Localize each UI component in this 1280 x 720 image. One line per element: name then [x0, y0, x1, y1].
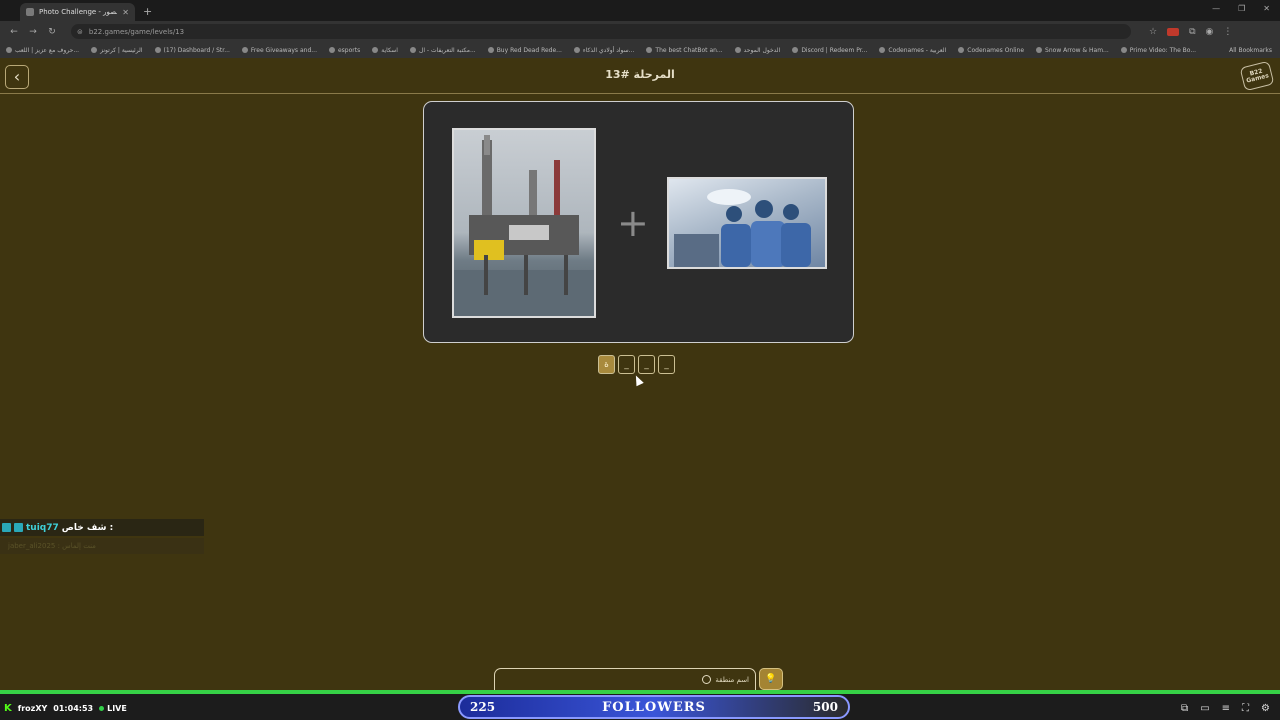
- window-controls: — ❐ ✕: [1212, 4, 1270, 13]
- address-bar[interactable]: ⊜ b22.games/game/levels/13: [71, 24, 1131, 39]
- answer-slot[interactable]: _: [618, 355, 635, 374]
- bookmark-item[interactable]: Prime Video: The Bo...: [1120, 47, 1196, 54]
- bookmark-icon: [372, 47, 379, 53]
- bookmark-icon: [734, 47, 741, 53]
- bookmark-icon: [792, 47, 799, 53]
- browser-tab[interactable]: Photo Challenge - تحدي الصور ✕: [20, 3, 135, 21]
- oil-rig-illustration: [454, 135, 594, 316]
- plus-icon: +: [617, 201, 649, 245]
- bookmark-item[interactable]: سواد أولادي الذكاء...: [573, 47, 634, 54]
- subscriber-badge-icon: [14, 523, 23, 532]
- chat-badge-icon: [2, 523, 11, 532]
- followers-current: 225: [470, 700, 496, 714]
- game-logo: B22 Games: [1239, 60, 1275, 92]
- player-controls: ⧉ ▭ ≡ ⛶ ⚙: [1181, 703, 1270, 714]
- stream-info: K frozXY 01:04:53 LIVE: [4, 703, 127, 714]
- oil-rig-image: [452, 128, 596, 318]
- bookmark-icon: [91, 47, 98, 53]
- answer-slot[interactable]: _: [638, 355, 655, 374]
- tab-favicon-icon: [26, 8, 34, 16]
- followers-label: FOLLOWERS: [602, 699, 706, 715]
- kick-logo-icon: K: [4, 703, 12, 714]
- answer-slot[interactable]: _: [658, 355, 675, 374]
- bookmark-star-icon[interactable]: ☆: [1149, 27, 1157, 37]
- close-window-icon[interactable]: ✕: [1263, 4, 1270, 13]
- profile-icon[interactable]: ◉: [1206, 27, 1214, 37]
- live-indicator: LIVE: [99, 704, 127, 713]
- stream-timer: 01:04:53: [53, 704, 94, 713]
- all-bookmarks-button[interactable]: All Bookmarks: [1223, 42, 1272, 58]
- bookmarks-bar: حروف مع عزيز | اللعب... الرئيسية | كرتون…: [0, 42, 1280, 58]
- streamer-name: frozXY: [17, 704, 48, 713]
- bookmark-item[interactable]: Codenames - العربية: [879, 47, 946, 54]
- bookmark-item[interactable]: الدخول الموحد: [734, 47, 780, 54]
- settings-gear-icon[interactable]: ⚙: [1261, 703, 1270, 714]
- bookmark-icon: [328, 47, 335, 53]
- answer-input[interactable]: اسم منطقة: [494, 668, 756, 690]
- captions-icon[interactable]: ≡: [1222, 703, 1230, 714]
- chat-message: tuiq77 شف خاص :: [0, 519, 204, 536]
- timer-icon: [702, 675, 712, 684]
- game-header: ‹ المرحلة #13 B22 Games: [0, 58, 1280, 94]
- bookmark-item[interactable]: مكتبة التعريفات - ال...: [409, 47, 476, 54]
- mouse-cursor-icon: [632, 373, 644, 387]
- followers-goal-bar: 225 FOLLOWERS 500: [458, 695, 850, 719]
- bookmark-icon: [958, 47, 965, 53]
- bookmark-item[interactable]: حروف مع عزيز | اللعب...: [6, 47, 79, 54]
- bookmark-icon: [6, 47, 12, 53]
- bookmark-icon: [879, 47, 886, 53]
- close-tab-icon[interactable]: ✕: [122, 8, 129, 17]
- toolbar-right: ☆ ⧉ ◉ ⋮: [1149, 27, 1232, 37]
- lightbulb-icon: 💡: [765, 674, 777, 684]
- bookmark-item[interactable]: Discord | Redeem Pr...: [792, 47, 867, 54]
- bookmark-item[interactable]: Snow Arrow & Ham...: [1036, 47, 1109, 54]
- bookmark-icon: [646, 47, 653, 53]
- browser-toolbar: ← → ↻ ⊜ b22.games/game/levels/13 ☆ ⧉ ◉ ⋮: [0, 21, 1280, 42]
- bookmark-icon: [241, 47, 248, 53]
- bookmark-item[interactable]: Buy Red Dead Rede...: [487, 47, 562, 54]
- surgeons-illustration: [674, 189, 811, 267]
- extension-icon[interactable]: [1167, 27, 1180, 36]
- chat-text: شف خاص :: [61, 522, 114, 533]
- bookmark-item[interactable]: (17) Dashboard / Str...: [154, 47, 230, 54]
- bookmark-item[interactable]: الرئيسية | كرتونز: [91, 47, 143, 54]
- tab-title: Photo Challenge - تحدي الصور: [39, 8, 117, 16]
- answer-slots: ة _ _ _: [598, 355, 675, 374]
- fullscreen-icon[interactable]: ⛶: [1242, 703, 1249, 714]
- hint-button[interactable]: 💡: [759, 668, 783, 690]
- site-info-icon[interactable]: ⊜: [77, 28, 83, 36]
- bookmark-icon: [154, 47, 161, 53]
- level-title: المرحلة #13: [605, 68, 675, 81]
- pip-icon[interactable]: ⧉: [1181, 703, 1188, 714]
- chat-message-faded: jaber_ali2025 : منت إلماس: [0, 538, 204, 554]
- bookmark-icon: [573, 47, 580, 53]
- bookmark-item[interactable]: اسكاية: [372, 47, 398, 54]
- puzzle-card: +: [423, 101, 854, 343]
- reload-icon[interactable]: ↻: [47, 27, 57, 37]
- chat-username: tuiq77: [26, 522, 59, 533]
- maximize-icon[interactable]: ❐: [1238, 4, 1245, 13]
- bookmark-item[interactable]: Free Giveaways and...: [241, 47, 317, 54]
- forward-arrow-icon[interactable]: →: [28, 27, 38, 37]
- live-dot-icon: [99, 706, 105, 711]
- bookmark-item[interactable]: Codenames Online: [958, 47, 1024, 54]
- url-text: b22.games/game/levels/13: [88, 27, 185, 36]
- surgeons-image: [667, 177, 827, 269]
- back-arrow-icon[interactable]: ←: [9, 27, 19, 37]
- theater-icon[interactable]: ▭: [1200, 703, 1209, 714]
- bookmark-item[interactable]: The best ChatBot an...: [646, 47, 723, 54]
- browser-tabstrip: Photo Challenge - تحدي الصور ✕ + — ❐ ✕: [0, 0, 1280, 21]
- new-tab-button[interactable]: +: [143, 5, 152, 18]
- menu-icon[interactable]: ⋮: [1223, 27, 1232, 37]
- bookmark-item[interactable]: esports: [328, 47, 360, 54]
- bookmark-icon: [1120, 47, 1127, 53]
- answer-placeholder: اسم منطقة: [715, 675, 749, 684]
- bookmark-icon: [1036, 47, 1043, 53]
- minimize-icon[interactable]: —: [1212, 4, 1220, 13]
- followers-goal: 500: [812, 700, 838, 714]
- extensions-puzzle-icon[interactable]: ⧉: [1189, 27, 1195, 37]
- bookmark-icon: [409, 47, 416, 53]
- answer-slot-revealed[interactable]: ة: [598, 355, 615, 374]
- bookmark-icon: [487, 47, 494, 53]
